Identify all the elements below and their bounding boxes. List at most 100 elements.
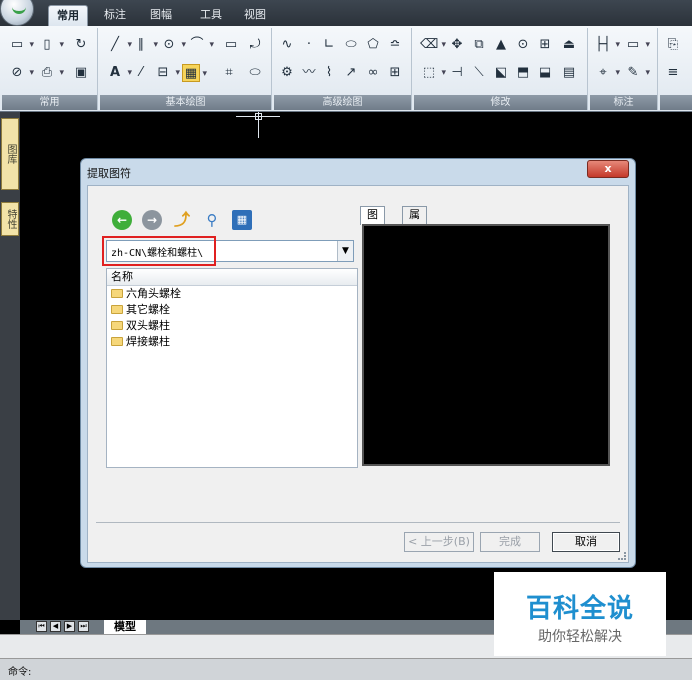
parallel-line-icon[interactable]: ∥ xyxy=(132,36,158,54)
polygon-icon[interactable]: ⬠ xyxy=(364,36,382,54)
tab-model[interactable]: 模型 xyxy=(104,620,146,634)
tab-view[interactable]: 视图 xyxy=(238,5,272,26)
tab-frame[interactable]: 图幅 xyxy=(144,5,178,26)
list-item[interactable]: 焊接螺柱 xyxy=(107,334,357,350)
text-style-icon[interactable]: ⎘ xyxy=(664,36,682,54)
block-icon[interactable]: ⬭ xyxy=(246,64,264,82)
array-icon[interactable]: ⊞ xyxy=(536,36,554,54)
corner-icon[interactable]: ∟ xyxy=(320,36,338,54)
ribbon-group-modify: ⌫ ✥ ⧉ ▲ ⊙ ⊞ ⏏ ⬚ ⊣ ⟍ ⬕ ⬒ ⬓ ▤ 修改 xyxy=(414,28,588,110)
wave-line-icon[interactable]: 〰 xyxy=(300,64,318,82)
list-header-name[interactable]: 名称 xyxy=(107,269,357,286)
polyline-icon[interactable]: ⤾ xyxy=(246,36,264,54)
dim-style-icon[interactable]: ▭ xyxy=(624,36,650,54)
list-item[interactable]: 其它螺栓 xyxy=(107,302,357,318)
tolerance-icon[interactable]: ⌖ xyxy=(594,64,620,82)
side-tab-properties[interactable]: 特性 xyxy=(1,202,19,236)
back-button[interactable]: < 上一步(B) xyxy=(404,532,474,552)
tab-annotate[interactable]: 标注 xyxy=(98,5,132,26)
first-tab-icon[interactable]: ⏮ xyxy=(36,621,47,632)
chamfer-icon[interactable]: ⬓ xyxy=(536,64,554,82)
offset-icon[interactable]: ⟍ xyxy=(470,64,488,82)
scale-icon[interactable]: ⬕ xyxy=(492,64,510,82)
open-icon[interactable]: ▯ xyxy=(38,36,64,54)
refresh-icon[interactable]: ↻ xyxy=(72,36,90,54)
view-mode-icon[interactable]: ▦ xyxy=(232,210,252,230)
tab-attributes[interactable]: 属性 xyxy=(402,206,427,237)
ribbon-group-basic-draw: ╱ ∥ ⊙ ⌒ ▭ ⤾ A ⁄ ⊟ ▦ ⌗ ⬭ 基本绘图 xyxy=(100,28,272,110)
forward-arrow-icon[interactable]: → xyxy=(142,210,162,230)
folder-icon xyxy=(111,305,123,314)
mirror-icon[interactable]: ▲ xyxy=(492,36,510,54)
tab-common[interactable]: 常用 xyxy=(48,5,88,26)
save-icon[interactable]: ▣ xyxy=(72,64,90,82)
line-style-icon[interactable]: ≡ xyxy=(664,64,682,82)
list-item[interactable]: 双头螺柱 xyxy=(107,318,357,334)
dimension-icon[interactable]: ├┤ xyxy=(594,36,620,54)
ribbon-group-more: ⎘ ≡ xyxy=(660,28,692,110)
move-icon[interactable]: ✥ xyxy=(448,36,466,54)
break-line-icon[interactable]: ⌇ xyxy=(320,64,338,82)
logo-icon xyxy=(12,4,26,14)
next-tab-icon[interactable]: ▶ xyxy=(64,621,75,632)
resize-grip-icon[interactable] xyxy=(618,552,626,560)
prev-tab-icon[interactable]: ◀ xyxy=(50,621,61,632)
centerline-icon[interactable]: ⁄ xyxy=(132,64,150,82)
hatch-icon[interactable]: ⊟ xyxy=(154,64,180,82)
edit-text-icon[interactable]: ✎ xyxy=(624,64,650,82)
tab-graphic[interactable]: 图形 xyxy=(360,206,385,237)
arc-icon[interactable]: ⌒ xyxy=(188,36,214,54)
search-icon[interactable]: ⚲ xyxy=(202,210,222,230)
back-arrow-icon[interactable]: ← xyxy=(112,210,132,230)
copy-icon[interactable]: ⧉ xyxy=(470,36,488,54)
symbol-list[interactable]: 名称 六角头螺栓 其它螺栓 双头螺柱 焊接螺柱 xyxy=(106,268,358,468)
ribbon-group-advanced-draw: ∿ · ∟ ⬭ ⬠ ≏ ⚙ 〰 ⌇ ↗ ∞ ⊞ 高级绘图 xyxy=(274,28,412,110)
new-icon[interactable]: ▭ xyxy=(8,36,34,54)
up-folder-icon[interactable]: ⤴ xyxy=(172,210,192,230)
circle-icon[interactable]: ⊙ xyxy=(160,36,186,54)
group-label-annotate: 标注 xyxy=(590,95,657,110)
print-icon[interactable]: ⎙ xyxy=(38,64,64,82)
frame-icon[interactable]: ⌗ xyxy=(220,64,238,82)
last-tab-icon[interactable]: ⏭ xyxy=(78,621,89,632)
command-line[interactable]: 命令: xyxy=(0,658,692,680)
close-button[interactable]: x xyxy=(587,160,629,178)
command-prompt: 命令: xyxy=(8,667,32,678)
cad-application: 常用 标注 图幅 工具 视图 ▭ ▯ ↻ ⊘ ⎙ ▣ 常用 ╱ ∥ ⊙ ⌒ ▭ … xyxy=(0,0,692,680)
cancel-button[interactable]: 取消 xyxy=(552,532,620,552)
ribbon-group-common: ▭ ▯ ↻ ⊘ ⎙ ▣ 常用 xyxy=(2,28,98,110)
side-tab-library[interactable]: 图库 xyxy=(1,118,19,190)
explode-icon[interactable]: ▤ xyxy=(560,64,578,82)
list-item-label: 双头螺柱 xyxy=(126,319,170,332)
ellipse-icon[interactable]: ⬭ xyxy=(342,36,360,54)
erase-icon[interactable]: ⌫ xyxy=(420,36,446,54)
rectangle-icon[interactable]: ▭ xyxy=(222,36,240,54)
fillet-icon[interactable]: ⬒ xyxy=(514,64,532,82)
spline-icon[interactable]: ∿ xyxy=(278,36,296,54)
symbol-preview xyxy=(362,224,610,466)
gear-icon[interactable]: ⚙ xyxy=(278,64,296,82)
extend-icon[interactable]: ⊣ xyxy=(448,64,466,82)
extract-symbol-dialog: 提取图符 x ← → ⤴ ⚲ ▦ zh-CN\螺栓和螺柱\ ▼ 名称 六角头螺栓… xyxy=(80,158,636,568)
application-menu-button[interactable] xyxy=(0,0,34,26)
arrow-icon[interactable]: ↗ xyxy=(342,64,360,82)
hole-icon[interactable]: ⊞ xyxy=(386,64,404,82)
stretch-icon[interactable]: ⏏ xyxy=(560,36,578,54)
text-icon[interactable]: A xyxy=(106,64,132,82)
curve-icon[interactable]: ≏ xyxy=(386,36,404,54)
dialog-title: 提取图符 xyxy=(87,167,131,180)
point-icon[interactable]: · xyxy=(300,36,318,54)
finish-button[interactable]: 完成 xyxy=(480,532,540,552)
trim-icon[interactable]: ⬚ xyxy=(420,64,446,82)
chevron-down-icon[interactable]: ▼ xyxy=(337,241,353,261)
rotate-icon[interactable]: ⊙ xyxy=(514,36,532,54)
library-icon[interactable]: ▦ xyxy=(182,64,207,83)
list-item[interactable]: 六角头螺栓 xyxy=(107,286,357,302)
ribbon-group-annotate: ├┤ ▭ ⌖ ✎ 标注 xyxy=(590,28,658,110)
group-label-modify: 修改 xyxy=(414,95,587,110)
zoom-icon[interactable]: ⊘ xyxy=(8,64,34,82)
spring-icon[interactable]: ∞ xyxy=(364,64,382,82)
tab-tools[interactable]: 工具 xyxy=(194,5,228,26)
line-icon[interactable]: ╱ xyxy=(106,36,132,54)
group-label-more xyxy=(660,95,692,110)
